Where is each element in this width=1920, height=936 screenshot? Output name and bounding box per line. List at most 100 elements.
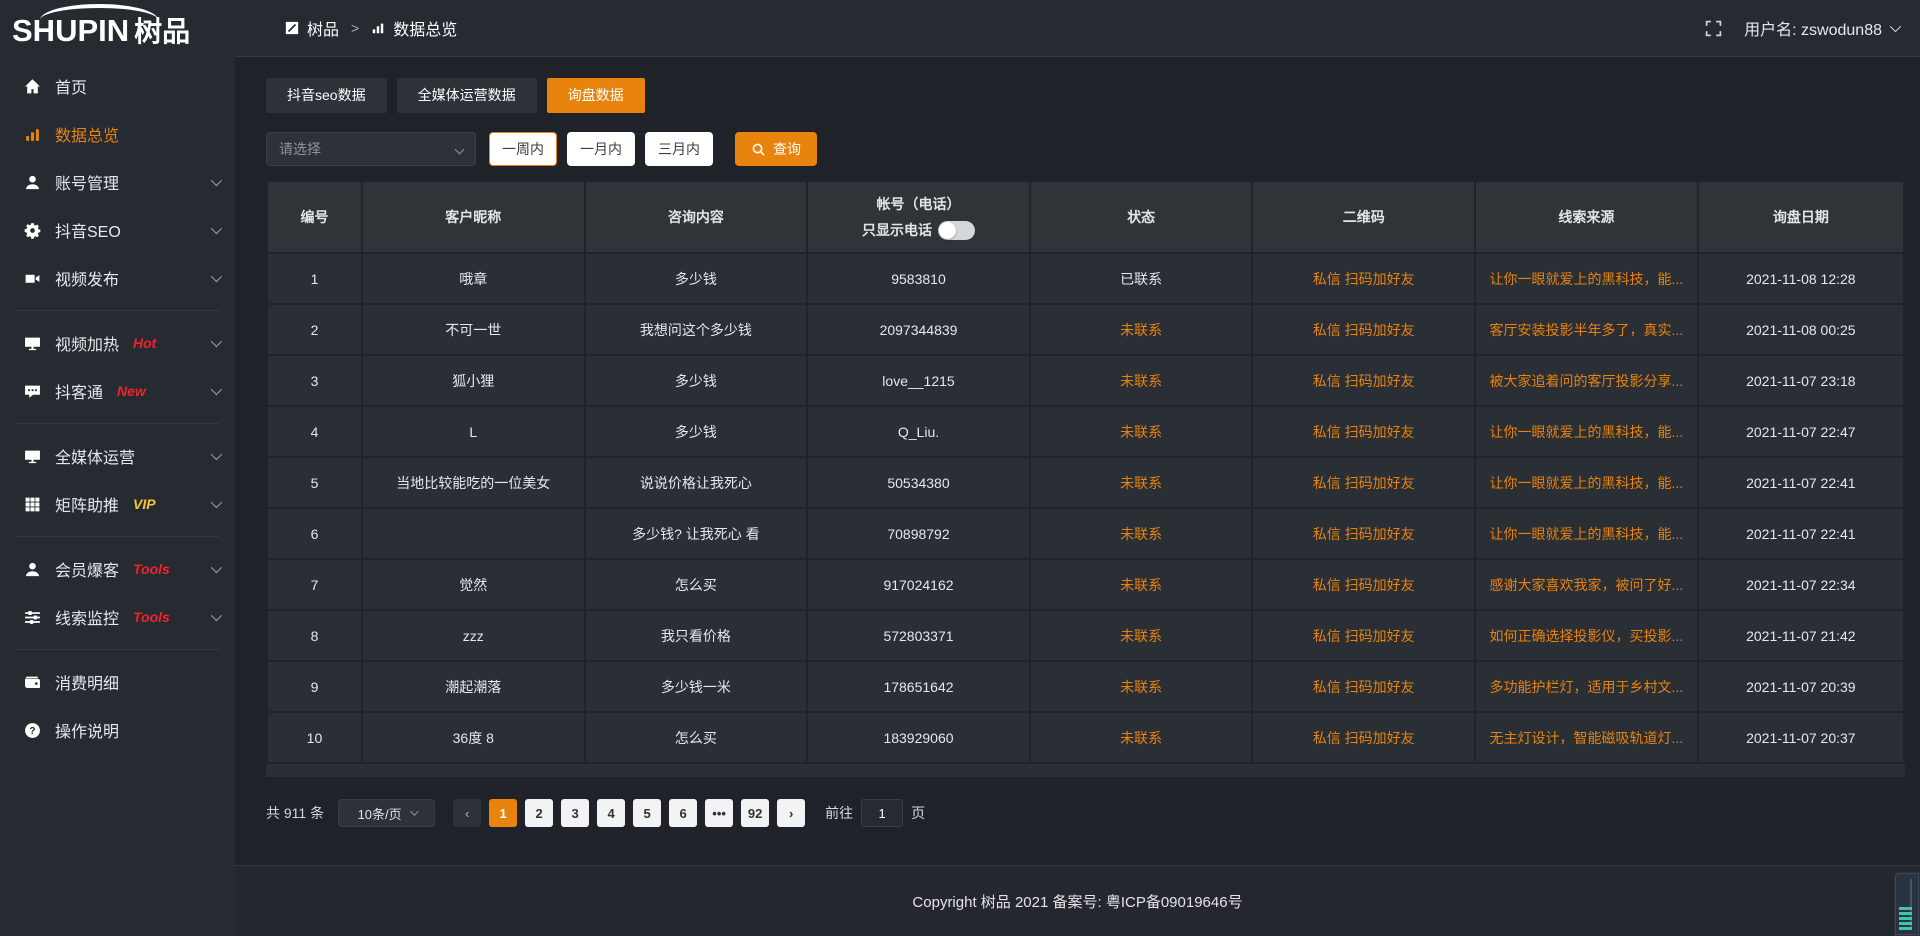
- sidebar-item-member-baoke[interactable]: 会员爆客Tools: [0, 545, 235, 593]
- cell-source[interactable]: 让你一眼就爱上的黑科技，能...: [1475, 406, 1698, 457]
- chevron-down-icon: [211, 336, 222, 347]
- col-status: 状态: [1030, 181, 1253, 253]
- table-row: 2不可一世我想问这个多少钱2097344839未联系私信 扫码加好友客厅安装投影…: [267, 304, 1904, 355]
- breadcrumb-separator: >: [351, 20, 359, 36]
- brand-name-cn: 树品: [134, 16, 190, 47]
- sidebar-item-label: 抖客通: [55, 379, 103, 403]
- cell-source[interactable]: 感谢大家喜欢我家，被问了好...: [1475, 559, 1698, 610]
- page-button-3[interactable]: 3: [561, 799, 589, 827]
- cell-qrcode[interactable]: 私信 扫码加好友: [1252, 355, 1475, 406]
- prev-page-button[interactable]: ‹: [453, 799, 481, 827]
- cell-source[interactable]: 如何正确选择投影仪，买投影...: [1475, 610, 1698, 661]
- cell-date: 2021-11-07 22:47: [1698, 406, 1904, 457]
- page-button-2[interactable]: 2: [525, 799, 553, 827]
- table-row: 3狐小狸多少钱love__1215未联系私信 扫码加好友被大家追着问的客厅投影分…: [267, 355, 1904, 406]
- tab-douyin-seo-data[interactable]: 抖音seo数据: [266, 78, 387, 113]
- sidebar-item-media-operation[interactable]: 全媒体运营: [0, 432, 235, 480]
- cell-status: 未联系: [1030, 406, 1253, 457]
- col-qrcode: 二维码: [1252, 181, 1475, 253]
- chevron-down-icon: [211, 175, 222, 186]
- sidebar-item-label: 视频发布: [55, 266, 119, 290]
- menu-divider: [16, 423, 219, 424]
- main-content: 抖音seo数据全媒体运营数据询盘数据 请选择 一周内一月内三月内 查询: [235, 58, 1920, 865]
- sidebar-item-label: 矩阵助推: [55, 492, 119, 516]
- cell-qrcode[interactable]: 私信 扫码加好友: [1252, 406, 1475, 457]
- period-button-three-month[interactable]: 三月内: [645, 132, 713, 166]
- cell-source[interactable]: 多功能护栏灯，适用于乡村文...: [1475, 661, 1698, 712]
- page-button-1[interactable]: 1: [489, 799, 517, 827]
- col-no: 编号: [267, 181, 362, 253]
- svg-text:?: ?: [29, 726, 35, 737]
- cell-no: 3: [267, 355, 362, 406]
- search-button[interactable]: 查询: [735, 132, 817, 166]
- cell-date: 2021-11-07 22:34: [1698, 559, 1904, 610]
- sidebar-item-operation-guide[interactable]: ?操作说明: [0, 706, 235, 754]
- sidebar-item-home[interactable]: 首页: [0, 62, 235, 110]
- sidebar-item-douyin-seo[interactable]: 抖音SEO: [0, 206, 235, 254]
- cell-source[interactable]: 让你一眼就爱上的黑科技，能...: [1475, 508, 1698, 559]
- cell-qrcode[interactable]: 私信 扫码加好友: [1252, 508, 1475, 559]
- sidebar-menu: 首页数据总览账号管理抖音SEO视频发布视频加热Hot抖客通New全媒体运营矩阵助…: [0, 62, 235, 754]
- cell-source[interactable]: 让你一眼就爱上的黑科技，能...: [1475, 253, 1698, 304]
- filter-select[interactable]: 请选择: [266, 132, 476, 166]
- page-button-92[interactable]: 92: [741, 799, 769, 827]
- chevron-down-icon: [211, 497, 222, 508]
- cell-account: Q_Liu.: [807, 406, 1030, 457]
- cell-source[interactable]: 被大家追着问的客厅投影分享...: [1475, 355, 1698, 406]
- fullscreen-icon[interactable]: [1705, 20, 1722, 37]
- page-button-6[interactable]: 6: [669, 799, 697, 827]
- user-menu[interactable]: 用户名: zswodun88: [1744, 16, 1898, 40]
- filter-select-placeholder: 请选择: [279, 139, 321, 159]
- page-size-select[interactable]: 10条/页: [338, 799, 435, 827]
- badge-vip: VIP: [133, 496, 156, 512]
- period-button-one-month[interactable]: 一月内: [567, 132, 635, 166]
- next-page-button[interactable]: ›: [777, 799, 805, 827]
- corner-widget[interactable]: [1894, 872, 1920, 936]
- sidebar-item-douketong[interactable]: 抖客通New: [0, 367, 235, 415]
- cell-qrcode[interactable]: 私信 扫码加好友: [1252, 610, 1475, 661]
- sidebar-item-video-heat[interactable]: 视频加热Hot: [0, 319, 235, 367]
- chat-icon: [22, 382, 42, 400]
- cell-status: 未联系: [1030, 712, 1253, 763]
- cell-qrcode[interactable]: 私信 扫码加好友: [1252, 457, 1475, 508]
- cell-qrcode[interactable]: 私信 扫码加好友: [1252, 661, 1475, 712]
- page-ellipsis-button[interactable]: •••: [705, 799, 733, 827]
- sidebar-item-matrix-boost[interactable]: 矩阵助推 VIP: [0, 480, 235, 528]
- chevron-down-icon: [211, 271, 222, 282]
- tab-media-operation-data[interactable]: 全媒体运营数据: [397, 78, 537, 113]
- monitor-icon: [22, 447, 42, 465]
- period-button-one-week[interactable]: 一周内: [489, 132, 557, 166]
- sidebar-item-account-manage[interactable]: 账号管理: [0, 158, 235, 206]
- cell-date: 2021-11-07 23:18: [1698, 355, 1904, 406]
- cell-source[interactable]: 客厅安装投影半年多了，真实...: [1475, 304, 1698, 355]
- cell-source[interactable]: 无主灯设计，智能磁吸轨道灯...: [1475, 712, 1698, 763]
- phone-only-toggle[interactable]: [938, 221, 975, 240]
- breadcrumb-root[interactable]: 树品: [307, 16, 339, 40]
- sidebar-item-consume-detail[interactable]: 消费明细: [0, 658, 235, 706]
- cell-nickname: 狐小狸: [362, 355, 585, 406]
- cell-status: 未联系: [1030, 559, 1253, 610]
- tab-inquiry-data[interactable]: 询盘数据: [547, 78, 645, 113]
- sidebar-item-label: 抖音SEO: [55, 218, 121, 242]
- cell-qrcode[interactable]: 私信 扫码加好友: [1252, 712, 1475, 763]
- cell-qrcode[interactable]: 私信 扫码加好友: [1252, 304, 1475, 355]
- cell-qrcode[interactable]: 私信 扫码加好友: [1252, 253, 1475, 304]
- video-icon: [22, 269, 42, 287]
- page-buttons: 123456 ••• 92: [481, 799, 769, 827]
- sidebar-item-clue-monitor[interactable]: 线索监控Tools: [0, 593, 235, 641]
- sidebar-item-label: 线索监控: [55, 605, 119, 629]
- inquiry-table-wrap: 编号 客户昵称 咨询内容 帐号（电话） 只显示电话: [266, 180, 1905, 777]
- page-button-5[interactable]: 5: [633, 799, 661, 827]
- cell-source[interactable]: 让你一眼就爱上的黑科技，能...: [1475, 457, 1698, 508]
- cell-date: 2021-11-08 00:25: [1698, 304, 1904, 355]
- sidebar-item-data-overview[interactable]: 数据总览: [0, 110, 235, 158]
- cell-qrcode[interactable]: 私信 扫码加好友: [1252, 559, 1475, 610]
- page-button-4[interactable]: 4: [597, 799, 625, 827]
- chevron-down-icon: [211, 449, 222, 460]
- badge-tools: Tools: [133, 561, 170, 577]
- cell-no: 9: [267, 661, 362, 712]
- col-nickname: 客户昵称: [362, 181, 585, 253]
- goto-page-input[interactable]: [861, 799, 903, 827]
- sidebar-item-video-publish[interactable]: 视频发布: [0, 254, 235, 302]
- search-icon: [751, 142, 766, 157]
